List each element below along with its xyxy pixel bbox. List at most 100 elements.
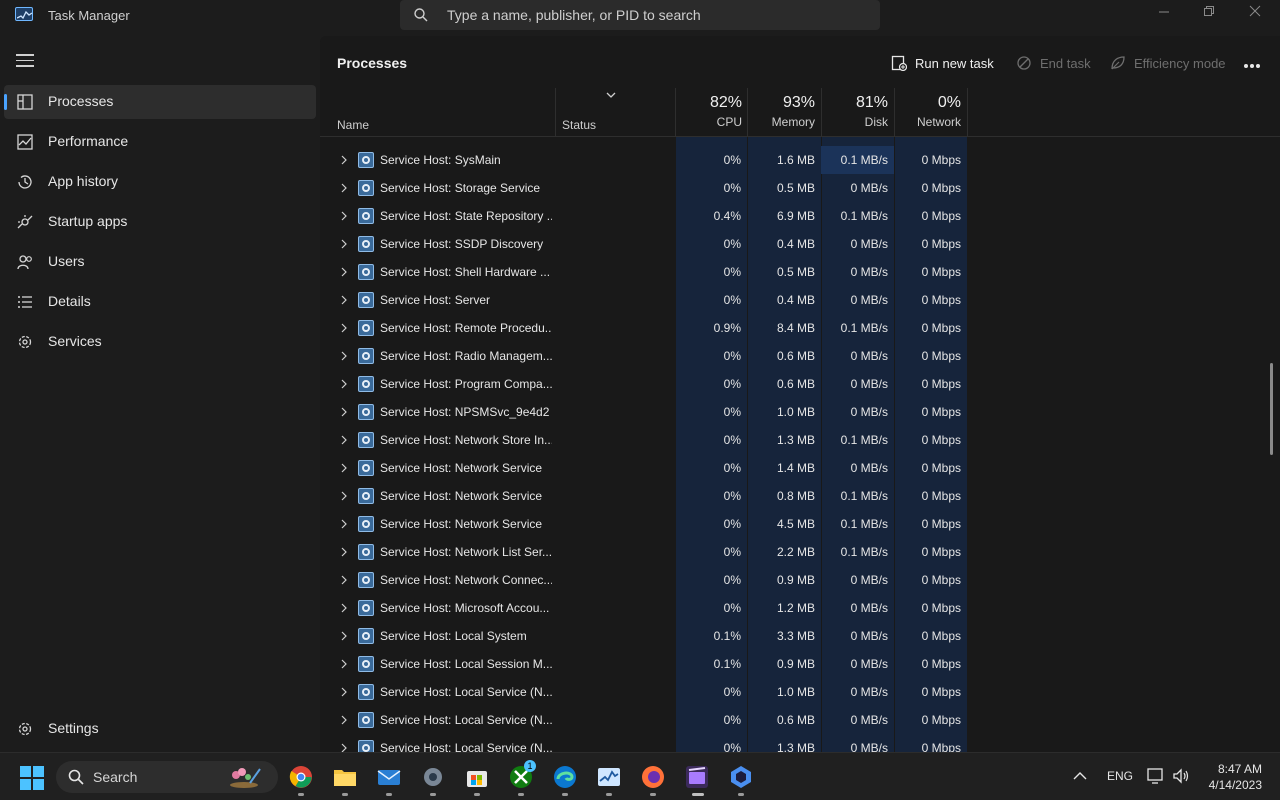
table-row[interactable]: Service Host: Local Session M... 0.1% 0.9 … <box>320 650 1280 678</box>
expand-chevron-icon[interactable] <box>340 183 348 193</box>
sidebar-item-performance[interactable]: Performance <box>4 125 316 159</box>
table-row[interactable]: Service Host: Local System 0.1% 3.3 MB 0 MB… <box>320 622 1280 650</box>
task-manager-app-icon[interactable] <box>597 765 621 789</box>
table-row[interactable]: Service Host: Network Store In... 0% 1.3 M… <box>320 426 1280 454</box>
expand-chevron-icon[interactable] <box>340 463 348 473</box>
expand-chevron-icon[interactable] <box>340 547 348 557</box>
column-memory[interactable]: 93% Memory <box>745 94 815 129</box>
table-row[interactable]: Service Host: Radio Managem... 0% 0.6 MB 0 … <box>320 342 1280 370</box>
volume-icon[interactable] <box>1172 768 1190 784</box>
sidebar-item-startup-apps[interactable]: Startup apps <box>4 205 316 239</box>
table-row[interactable]: Service Host: Network Service 0% 1.4 MB 0 M… <box>320 454 1280 482</box>
expand-chevron-icon[interactable] <box>340 491 348 501</box>
expand-chevron-icon[interactable] <box>340 687 348 697</box>
expand-chevron-icon[interactable] <box>340 267 348 277</box>
sidebar-item-settings[interactable]: Settings <box>4 712 316 746</box>
table-row[interactable]: Service Host: Network Connec... 0% 0.9 MB 0… <box>320 566 1280 594</box>
close-button[interactable] <box>1232 4 1278 26</box>
process-network-value: 0 Mbps <box>921 713 961 727</box>
expand-chevron-icon[interactable] <box>340 295 348 305</box>
sidebar-item-label: Performance <box>48 133 129 149</box>
chrome-icon[interactable] <box>289 765 313 789</box>
efficiency-mode-button[interactable]: Efficiency mode <box>1110 54 1226 74</box>
table-row[interactable]: Service Host: Server 0% 0.4 MB 0 MB/s 0 Mbps <box>320 286 1280 314</box>
sidebar-item-services[interactable]: Services <box>4 325 316 359</box>
more-options-icon[interactable] <box>1244 55 1264 68</box>
table-row[interactable]: Service Host: Storage Service 0% 0.5 MB 0 M… <box>320 174 1280 202</box>
table-row[interactable]: Service Host: Remote Procedu... 0.9% 8.4 M… <box>320 314 1280 342</box>
expand-chevron-icon[interactable] <box>340 379 348 389</box>
end-task-button[interactable]: End task <box>1016 54 1091 74</box>
table-row[interactable]: Service Host: Microsoft Accou... 0% 1.2 MB… <box>320 594 1280 622</box>
sidebar-item-processes[interactable]: Processes <box>4 85 316 119</box>
expand-chevron-icon[interactable] <box>340 743 348 752</box>
expand-chevron-icon[interactable] <box>340 211 348 221</box>
maximize-button[interactable] <box>1186 4 1232 26</box>
table-row[interactable]: Service Host: Program Compa... 0% 0.6 MB 0 … <box>320 370 1280 398</box>
process-disk-value: 0 MB/s <box>850 265 888 279</box>
mail-icon[interactable] <box>377 765 401 789</box>
expand-chevron-icon[interactable] <box>340 239 348 249</box>
search-input[interactable]: Type a name, publisher, or PID to search <box>400 0 880 30</box>
clock-date: 4/14/2023 <box>1208 778 1262 792</box>
table-row[interactable]: Service Host: SysMain 0% 1.6 MB 0.1 MB/s 0 M… <box>320 146 1280 174</box>
firefox-icon[interactable] <box>641 765 665 789</box>
expand-chevron-icon[interactable] <box>340 435 348 445</box>
table-row[interactable]: Service Host: Network Service 0% 0.8 MB 0.1… <box>320 482 1280 510</box>
process-disk-value: 0.1 MB/s <box>840 545 888 559</box>
system-clock[interactable]: 8:47 AM 4/14/2023 <box>1190 761 1262 793</box>
scrollbar-thumb[interactable] <box>1270 363 1273 455</box>
taskbar: Search 1 ENG 8:47 AM 4/14/2023 <box>0 752 1280 800</box>
minimize-button[interactable] <box>1141 4 1187 26</box>
column-name[interactable]: Name <box>337 118 369 132</box>
chevron-up-icon[interactable] <box>1073 771 1087 781</box>
clipchamp-icon[interactable] <box>685 765 709 789</box>
run-new-task-button[interactable]: Run new task <box>891 54 994 74</box>
expand-chevron-icon[interactable] <box>340 715 348 725</box>
column-cpu[interactable]: 82% CPU <box>672 94 742 129</box>
column-network[interactable]: 0% Network <box>891 94 961 129</box>
table-row[interactable]: Service Host: Local Service (N... 0% 1.0 M… <box>320 678 1280 706</box>
table-row[interactable]: Service Host: Network List Ser... 0% 2.2 M… <box>320 538 1280 566</box>
expand-chevron-icon[interactable] <box>340 631 348 641</box>
start-button[interactable] <box>20 766 44 790</box>
table-row[interactable]: Service Host: NPSMSvc_9e4d2 0% 1.0 MB 0 MB/… <box>320 398 1280 426</box>
column-status[interactable]: Status <box>562 118 596 132</box>
network-icon[interactable] <box>1147 768 1165 784</box>
language-indicator[interactable]: ENG <box>1107 769 1133 783</box>
process-memory-value: 1.0 MB <box>776 685 815 699</box>
expand-chevron-icon[interactable] <box>340 519 348 529</box>
edge-icon[interactable] <box>553 765 577 789</box>
window-title: Task Manager <box>48 8 130 23</box>
process-disk-value: 0 MB/s <box>850 181 888 195</box>
taskbar-search[interactable]: Search <box>56 761 278 793</box>
search-icon <box>414 8 428 22</box>
expand-chevron-icon[interactable] <box>340 575 348 585</box>
efficiency-mode-label: Efficiency mode <box>1134 56 1226 71</box>
expand-chevron-icon[interactable] <box>340 659 348 669</box>
expand-chevron-icon[interactable] <box>340 603 348 613</box>
sidebar-item-app-history[interactable]: App history <box>4 165 316 199</box>
hamburger-menu-icon[interactable] <box>16 54 34 68</box>
process-memory-value: 6.9 MB <box>776 209 815 223</box>
expand-chevron-icon[interactable] <box>340 155 348 165</box>
table-row[interactable]: Service Host: Shell Hardware ... 0% 0.5 MB… <box>320 258 1280 286</box>
copilot-icon[interactable] <box>729 765 753 789</box>
column-disk[interactable]: 81% Disk <box>818 94 888 129</box>
expand-chevron-icon[interactable] <box>340 323 348 333</box>
table-row[interactable]: Service Host: SSDP Discovery 0% 0.4 MB 0 MB… <box>320 230 1280 258</box>
sidebar-item-users[interactable]: Users <box>4 245 316 279</box>
process-memory-value: 4.5 MB <box>776 517 815 531</box>
microsoft-store-icon[interactable] <box>465 765 489 789</box>
table-row[interactable]: Service Host: Local Service (N... 0% 0.6 M… <box>320 706 1280 734</box>
sidebar-item-details[interactable]: Details <box>4 285 316 319</box>
service-host-icon <box>358 600 374 616</box>
settings-app-icon[interactable] <box>421 765 445 789</box>
table-row[interactable]: Service Host: State Repository ... 0.4% 6.… <box>320 202 1280 230</box>
table-row[interactable]: Service Host: Local Service (N... 0% 1.3 M… <box>320 734 1280 752</box>
service-host-icon <box>358 264 374 280</box>
expand-chevron-icon[interactable] <box>340 407 348 417</box>
expand-chevron-icon[interactable] <box>340 351 348 361</box>
table-row[interactable]: Service Host: Network Service 0% 4.5 MB 0.1… <box>320 510 1280 538</box>
file-explorer-icon[interactable] <box>333 765 357 789</box>
